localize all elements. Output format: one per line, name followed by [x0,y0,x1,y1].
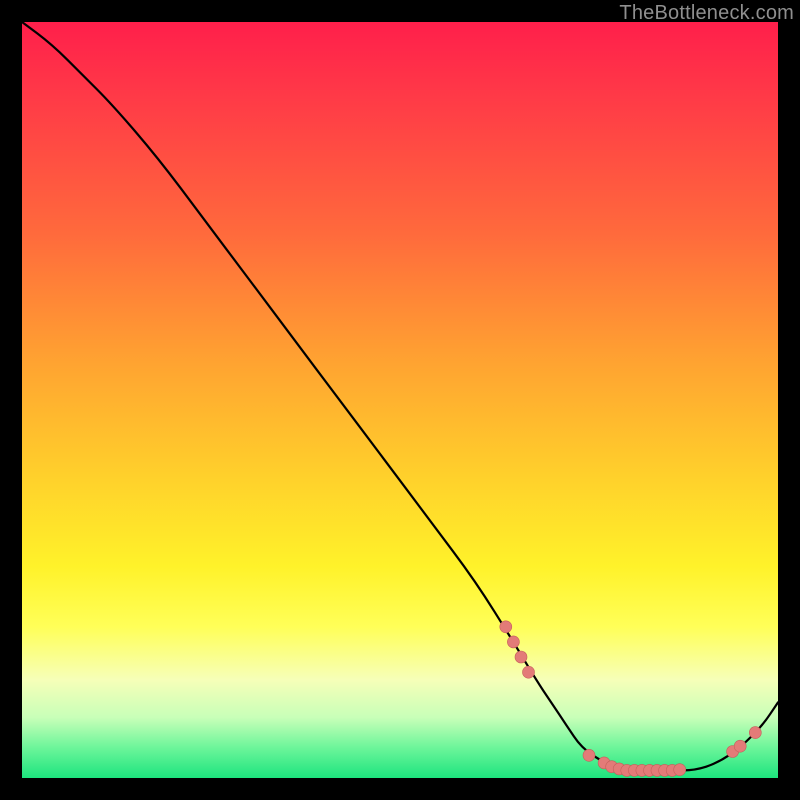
curve-marker [674,764,686,776]
curve-marker [515,651,527,663]
watermark-text: TheBottleneck.com [619,2,794,25]
curve-marker [734,740,746,752]
curve-marker [749,727,761,739]
chart-stage: TheBottleneck.com [0,0,800,800]
curve-marker [523,666,535,678]
bottleneck-curve [22,22,778,770]
curve-marker [507,636,519,648]
curve-marker [583,749,595,761]
curve-marker [500,621,512,633]
curve-layer [22,22,778,778]
curve-markers [500,621,762,777]
plot-area [22,22,778,778]
